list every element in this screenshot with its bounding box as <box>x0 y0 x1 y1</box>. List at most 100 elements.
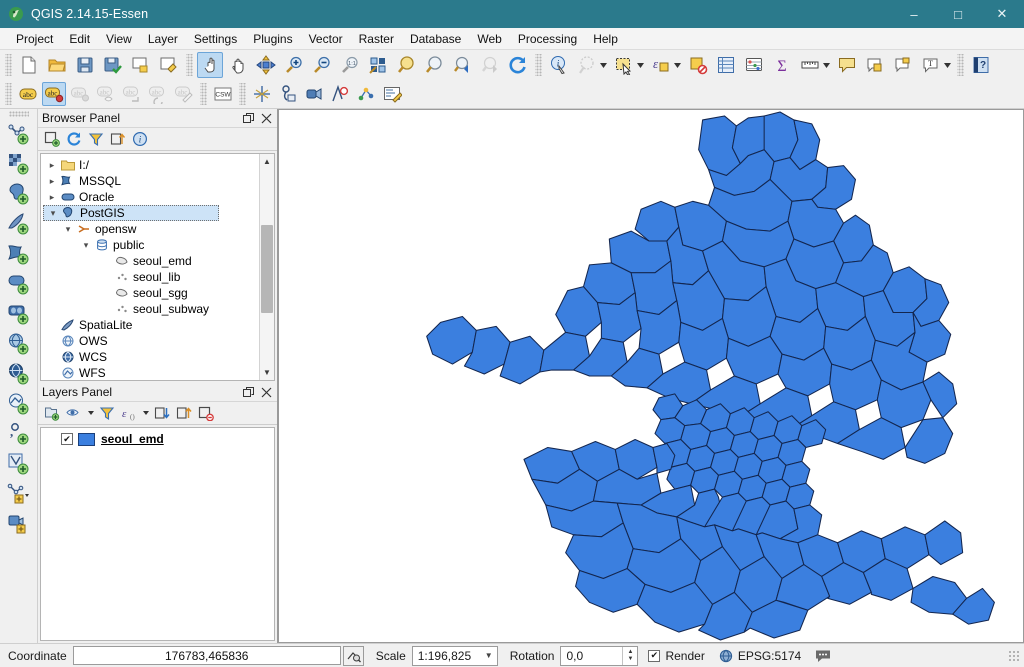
add-raster-layer-button[interactable] <box>4 149 34 178</box>
tree-item-seoul-lib[interactable]: seoul_lib <box>43 269 274 285</box>
float-panel-icon[interactable] <box>241 111 256 126</box>
statistical-summary-button[interactable]: Σ <box>769 52 795 78</box>
chevron-down-icon[interactable]: ▾ <box>46 206 60 220</box>
add-vector-layer-button[interactable] <box>4 119 34 148</box>
menu-project[interactable]: Project <box>8 30 61 48</box>
browser-tree[interactable]: ▸ I:/ ▸ MSSQL ▸ Oracle ▾ PostGIS ▾ opens… <box>40 153 275 381</box>
coordinate-input[interactable]: 176783,465836 <box>72 646 341 665</box>
add-oracle-layer-button[interactable] <box>4 269 34 298</box>
scrollbar-thumb[interactable] <box>260 225 273 313</box>
csw-metasearch-button[interactable]: CSW <box>211 82 235 106</box>
measure-caret[interactable] <box>821 52 832 78</box>
chevron-right-icon[interactable]: ▸ <box>45 158 59 172</box>
field-calculator-button[interactable] <box>741 52 767 78</box>
collapse-all-button[interactable] <box>108 129 128 149</box>
deselect-features-button[interactable] <box>685 52 711 78</box>
text-annotation-button[interactable] <box>834 52 860 78</box>
remove-layer-button[interactable] <box>196 403 216 423</box>
tree-item-spatialite[interactable]: SpatiaLite <box>43 317 274 333</box>
identify-features-button[interactable]: i <box>546 52 572 78</box>
tree-item-oracle[interactable]: ▸ Oracle <box>43 189 274 205</box>
tree-item-ows[interactable]: OWS <box>43 333 274 349</box>
minimize-button[interactable]: ‒ <box>892 0 936 28</box>
pin-labels-button[interactable]: abc <box>68 82 92 106</box>
manage-layer-visibility-button[interactable] <box>64 403 84 423</box>
pan-to-selection-button[interactable] <box>253 52 279 78</box>
move-label-button[interactable]: abc <box>120 82 144 106</box>
menu-web[interactable]: Web <box>469 30 509 48</box>
tree-item-opensw[interactable]: ▾ opensw <box>43 221 274 237</box>
toggle-extents-icon[interactable] <box>342 645 364 666</box>
tree-item-mssql[interactable]: ▸ MSSQL <box>43 173 274 189</box>
menu-help[interactable]: Help <box>585 30 626 48</box>
toolbar-grip[interactable] <box>957 54 964 76</box>
map-canvas[interactable] <box>278 109 1024 643</box>
render-toggle[interactable]: ✔ Render <box>648 649 705 663</box>
manage-layer-visibility-caret[interactable] <box>86 403 95 423</box>
messages-button[interactable] <box>815 649 831 663</box>
form-annotation-button[interactable] <box>890 52 916 78</box>
toolbar-grip[interactable] <box>8 111 29 117</box>
render-checkbox[interactable]: ✔ <box>648 649 661 662</box>
tree-item-seoul-sgg[interactable]: seoul_sgg <box>43 285 274 301</box>
tree-item-public-schema[interactable]: ▾ public <box>43 237 274 253</box>
toolbar-grip[interactable] <box>200 83 207 105</box>
toolbar-grip[interactable] <box>239 83 246 105</box>
menu-view[interactable]: View <box>98 30 140 48</box>
layer-visibility-checkbox[interactable]: ✔ <box>61 433 73 445</box>
refresh-button[interactable] <box>64 129 84 149</box>
select-by-expression-button[interactable]: ε <box>648 52 674 78</box>
resize-grip[interactable] <box>1008 649 1020 662</box>
tree-item-root-drive[interactable]: ▸ I:/ <box>43 157 274 173</box>
composer-manager-button[interactable] <box>156 52 182 78</box>
zoom-full-button[interactable] <box>365 52 391 78</box>
filter-browser-button[interactable] <box>86 129 106 149</box>
float-panel-icon[interactable] <box>241 385 256 400</box>
show-hide-labels-button[interactable]: abc <box>94 82 118 106</box>
browser-tree-scrollbar[interactable]: ▲ ▼ <box>259 154 274 380</box>
rotation-spinbox[interactable]: 0,0 ▲ ▼ <box>560 645 639 666</box>
plugin-editor-button[interactable] <box>380 82 404 106</box>
gps-tools-button[interactable] <box>276 82 300 106</box>
pan-map-button[interactable] <box>225 52 251 78</box>
rotate-label-button[interactable]: abc <box>146 82 170 106</box>
new-project-button[interactable] <box>16 52 42 78</box>
new-text-label-button[interactable]: T <box>918 52 944 78</box>
change-label-button[interactable]: abc <box>172 82 196 106</box>
menu-settings[interactable]: Settings <box>186 30 245 48</box>
menu-raster[interactable]: Raster <box>351 30 402 48</box>
scrollbar-track[interactable] <box>260 169 275 365</box>
map-tips-button[interactable] <box>574 52 600 78</box>
filter-legend-expression-button[interactable]: ε() <box>119 403 139 423</box>
refresh-button[interactable] <box>505 52 531 78</box>
menu-edit[interactable]: Edit <box>61 30 98 48</box>
close-panel-icon[interactable] <box>259 385 274 400</box>
add-selected-layers-button[interactable] <box>42 129 62 149</box>
new-text-label-caret[interactable] <box>942 52 953 78</box>
toolbar-grip[interactable] <box>5 54 12 76</box>
zoom-to-selection-button[interactable] <box>393 52 419 78</box>
new-memory-layer-button[interactable] <box>4 509 34 538</box>
collapse-all-button[interactable] <box>174 403 194 423</box>
label-layer-button[interactable]: abc <box>16 82 40 106</box>
close-panel-icon[interactable] <box>259 111 274 126</box>
zoom-native-button[interactable]: 1:1 <box>337 52 363 78</box>
georeferencer-button[interactable] <box>250 82 274 106</box>
tree-item-seoul-emd[interactable]: seoul_emd <box>43 253 274 269</box>
tree-item-seoul-subway[interactable]: seoul_subway <box>43 301 274 317</box>
filter-legend-expression-caret[interactable] <box>141 403 150 423</box>
chevron-right-icon[interactable]: ▸ <box>45 190 59 204</box>
zoom-out-button[interactable] <box>309 52 335 78</box>
menu-vector[interactable]: Vector <box>301 30 351 48</box>
expand-all-button[interactable] <box>152 403 172 423</box>
spinner-down-icon[interactable]: ▼ <box>627 656 633 663</box>
toolbar-grip[interactable] <box>5 83 12 105</box>
scroll-down-icon[interactable]: ▼ <box>260 365 275 380</box>
add-group-button[interactable] <box>42 403 62 423</box>
chevron-down-icon[interactable]: ▼ <box>481 651 497 660</box>
html-annotation-button[interactable] <box>862 52 888 78</box>
properties-button[interactable]: i <box>130 129 150 149</box>
open-project-button[interactable] <box>44 52 70 78</box>
new-print-composer-button[interactable] <box>128 52 154 78</box>
menu-database[interactable]: Database <box>402 30 469 48</box>
